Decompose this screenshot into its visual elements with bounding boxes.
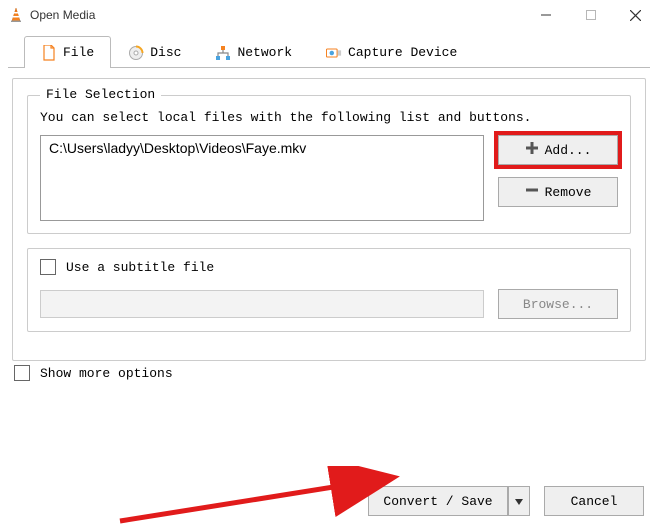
- minimize-button[interactable]: [523, 0, 568, 30]
- subtitle-path-input: [40, 290, 484, 318]
- tab-capture[interactable]: Capture Device: [309, 36, 474, 68]
- convert-save-button[interactable]: Convert / Save: [368, 486, 508, 516]
- titlebar: Open Media: [0, 0, 658, 30]
- tab-file[interactable]: File: [24, 36, 111, 68]
- minus-icon: [525, 183, 539, 201]
- window-title: Open Media: [30, 8, 95, 22]
- file-selection-legend: File Selection: [40, 87, 161, 102]
- tab-disc-label: Disc: [150, 45, 181, 60]
- tab-file-label: File: [63, 45, 94, 60]
- browse-button: Browse...: [498, 289, 618, 319]
- footer-options: Show more options: [14, 365, 644, 381]
- annotation-arrow-icon: [110, 466, 410, 526]
- source-tabs: File Disc Network Capture Device: [0, 36, 658, 68]
- subtitle-group: Use a subtitle file Browse...: [27, 248, 631, 332]
- file-icon: [41, 45, 57, 61]
- add-button-label: Add...: [545, 143, 592, 158]
- convert-save-label: Convert / Save: [383, 494, 492, 509]
- tab-network-label: Network: [237, 45, 292, 60]
- plus-icon: [525, 141, 539, 159]
- cancel-label: Cancel: [571, 494, 618, 509]
- tab-capture-label: Capture Device: [348, 45, 457, 60]
- subtitle-checkbox[interactable]: [40, 259, 56, 275]
- file-list[interactable]: C:\Users\ladyy\Desktop\Videos\Faye.mkv: [40, 135, 484, 221]
- disc-icon: [128, 45, 144, 61]
- close-button[interactable]: [613, 0, 658, 30]
- network-icon: [215, 45, 231, 61]
- convert-save-split-button: Convert / Save: [368, 486, 530, 516]
- dialog-buttons: Convert / Save Cancel: [368, 486, 644, 516]
- cancel-button[interactable]: Cancel: [544, 486, 644, 516]
- chevron-down-icon: [515, 494, 523, 509]
- subtitle-label: Use a subtitle file: [66, 260, 214, 275]
- file-selection-group: File Selection You can select local file…: [27, 95, 631, 234]
- capture-icon: [326, 45, 342, 61]
- file-list-item[interactable]: C:\Users\ladyy\Desktop\Videos\Faye.mkv: [49, 140, 475, 156]
- window-controls: [523, 0, 658, 30]
- remove-button[interactable]: Remove: [498, 177, 618, 207]
- browse-button-label: Browse...: [523, 297, 593, 312]
- maximize-button[interactable]: [568, 0, 613, 30]
- show-more-checkbox[interactable]: [14, 365, 30, 381]
- vlc-cone-icon: [8, 7, 24, 23]
- tab-network[interactable]: Network: [198, 36, 309, 68]
- tab-disc[interactable]: Disc: [111, 36, 198, 68]
- file-selection-hint: You can select local files with the foll…: [40, 110, 618, 125]
- show-more-label: Show more options: [40, 366, 173, 381]
- tab-content: File Selection You can select local file…: [12, 78, 646, 361]
- remove-button-label: Remove: [545, 185, 592, 200]
- add-button[interactable]: Add...: [498, 135, 618, 165]
- convert-save-dropdown[interactable]: [508, 486, 530, 516]
